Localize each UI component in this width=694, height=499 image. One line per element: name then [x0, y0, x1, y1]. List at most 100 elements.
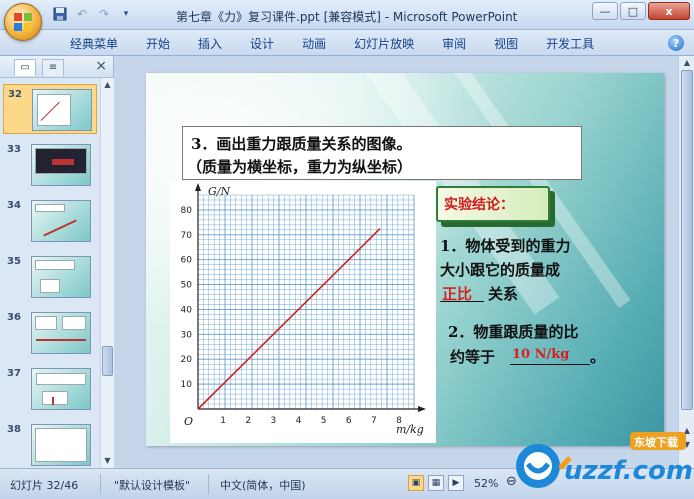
scroll-up-icon[interactable]: ▲ [680, 56, 694, 70]
x-axis-label: m/kg [396, 423, 424, 436]
undo-icon[interactable]: ↶ [74, 6, 90, 22]
customize-toolbar-icon[interactable]: ▾ [118, 6, 134, 22]
uzzf-watermark: 东坡下载 uzzf.com [510, 428, 694, 494]
answer-proportional: 正比 [442, 285, 473, 303]
tab-home[interactable]: 开始 [132, 35, 184, 53]
slide-thumbnail[interactable]: 33 [3, 140, 97, 190]
tab-slideshow[interactable]: 幻灯片放映 [340, 35, 428, 53]
y-axis-label: G/N [208, 185, 230, 198]
slide-number: 37 [7, 368, 21, 379]
slide-preview [32, 89, 92, 131]
slide-scrollbar[interactable]: ▲ ▲ ▼ [678, 56, 694, 468]
office-button[interactable] [4, 3, 42, 41]
slide-canvas[interactable]: 3．画出重力跟质量关系的图像。 （质量为横坐标，重力为纵坐标） 1 2 3 4 5 6 7 8… [146, 73, 664, 446]
outline-tab-icon[interactable]: ≡ [42, 59, 64, 76]
conclusion-1-line-2: 大小跟它的质量成 [440, 261, 561, 279]
slideshow-view-icon[interactable]: ▶ [448, 475, 464, 491]
maximize-button[interactable]: □ [620, 2, 646, 20]
close-button[interactable]: x [648, 2, 690, 20]
scroll-thumb[interactable] [102, 346, 113, 376]
conclusion-2-tail: 。 [590, 348, 606, 366]
help-icon[interactable]: ? [668, 35, 684, 51]
template-name[interactable]: "默认设计模板" [114, 477, 190, 493]
scroll-down-icon[interactable]: ▼ [101, 454, 114, 468]
minimize-button[interactable]: — [592, 2, 618, 20]
tab-design[interactable]: 设计 [236, 35, 288, 53]
tab-animation[interactable]: 动画 [288, 35, 340, 53]
y-tick-label: 50 [181, 281, 193, 291]
quick-access-toolbar: ↶ ↷ ▾ [52, 6, 134, 22]
conclusion-1-line-1: 1．物体受到的重力 [440, 237, 571, 255]
slide-preview [31, 424, 91, 466]
slides-tab-icon[interactable]: ▭ [14, 59, 36, 76]
question-line-1: 3．画出重力跟质量关系的图像。 [191, 135, 412, 153]
slide-number: 32 [8, 89, 22, 100]
slide-sorter-view-icon[interactable]: ▦ [428, 475, 444, 491]
x-axis-arrow [418, 406, 426, 412]
office-logo-icon [14, 13, 34, 33]
slide-thumbnail[interactable]: 32 [3, 84, 97, 134]
question-textbox[interactable]: 3．画出重力跟质量关系的图像。 （质量为横坐标，重力为纵坐标） [182, 126, 582, 180]
x-tick-label: 4 [296, 416, 302, 426]
watermark-tag: 东坡下载 [634, 436, 678, 449]
slide-counter: 幻灯片 32/46 [10, 479, 79, 492]
slide-preview [31, 312, 91, 354]
status-separator [208, 474, 209, 494]
y-tick-label: 60 [181, 256, 193, 266]
y-tick-label: 80 [181, 206, 193, 216]
slide-thumbnail[interactable]: 38 [3, 420, 97, 468]
slide-number: 34 [7, 200, 21, 211]
conclusion-banner[interactable]: 实验结论： [436, 186, 555, 227]
x-tick-label: 7 [371, 416, 377, 426]
graph-image[interactable]: 1 2 3 4 5 6 7 8 10 20 30 40 50 60 70 80 Om/kg G/N [170, 181, 436, 443]
x-tick-label: 6 [346, 416, 352, 426]
scroll-thumb[interactable] [681, 70, 693, 410]
save-icon[interactable] [52, 6, 68, 22]
window-title: 第七章《力》复习课件.ppt [兼容模式] - Microsoft PowerP… [176, 10, 518, 24]
x-tick-label: 2 [245, 416, 251, 426]
tab-insert[interactable]: 插入 [184, 35, 236, 53]
slide-preview [31, 200, 91, 242]
slides-pane-scrollbar[interactable]: ▲ ▼ [100, 78, 114, 468]
scroll-up-icon[interactable]: ▲ [101, 78, 114, 92]
language-indicator[interactable]: 中文(简体，中国) [220, 477, 306, 493]
y-tick-label: 10 [181, 380, 193, 390]
slide-thumbnail[interactable]: 37 [3, 364, 97, 414]
answer-underline [510, 364, 590, 365]
close-pane-icon[interactable]: × [95, 58, 107, 74]
slide-number: 33 [7, 144, 21, 155]
conclusion-2-line-1: 2．物重跟质量的比 [448, 323, 579, 341]
normal-view-icon[interactable]: ▣ [408, 475, 424, 491]
y-tick-label: 20 [181, 355, 193, 365]
origin-label: O [184, 415, 193, 428]
slide-number: 38 [7, 424, 21, 435]
thumbnail-list: 32 33 34 35 36 37 38 [0, 78, 100, 468]
slide-preview [31, 256, 91, 298]
zoom-level[interactable]: 52% [474, 477, 498, 490]
slides-pane-tabs: ▭ ≡ × [0, 56, 113, 78]
tab-review[interactable]: 审阅 [428, 35, 480, 53]
conclusion-label: 实验结论： [444, 197, 514, 213]
slide-thumbnail[interactable]: 35 [3, 252, 97, 302]
x-tick-label: 1 [220, 416, 226, 426]
tab-classic-menu[interactable]: 经典菜单 [56, 35, 132, 53]
tab-view[interactable]: 视图 [480, 35, 532, 53]
x-tick-label: 3 [270, 416, 276, 426]
watermark-brand: uzzf.com [564, 456, 693, 486]
y-tick-label: 40 [181, 305, 193, 315]
slide-preview [31, 144, 91, 186]
slide-number: 35 [7, 256, 21, 267]
slides-pane: ▭ ≡ × 32 33 34 35 36 37 38 ▲ ▼ [0, 56, 114, 468]
tab-developer[interactable]: 开发工具 [532, 35, 608, 53]
redo-icon[interactable]: ↷ [96, 6, 112, 22]
ribbon-tabs: 经典菜单 开始 插入 设计 动画 幻灯片放映 审阅 视图 开发工具 [56, 35, 608, 53]
ribbon: 经典菜单 开始 插入 设计 动画 幻灯片放映 审阅 视图 开发工具 ? [0, 30, 694, 56]
y-tick-label: 70 [181, 231, 193, 241]
slide-thumbnail[interactable]: 34 [3, 196, 97, 246]
slide-number: 36 [7, 312, 21, 323]
x-tick-label: 5 [321, 416, 327, 426]
status-separator [100, 474, 101, 494]
answer-ratio: 10 N/kg [512, 347, 570, 362]
slide-thumbnail[interactable]: 36 [3, 308, 97, 358]
window-controls: — □ x [592, 2, 690, 20]
